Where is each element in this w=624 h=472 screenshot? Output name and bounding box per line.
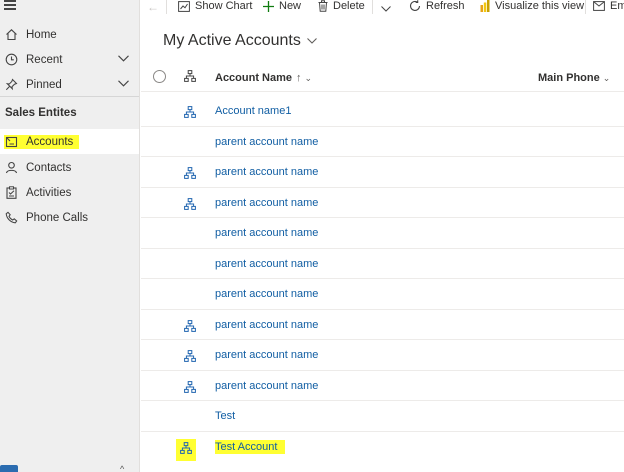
select-all-checkbox[interactable] xyxy=(153,70,166,83)
account-name-link[interactable]: parent account name xyxy=(215,197,318,209)
refresh-icon xyxy=(409,0,421,12)
grid-header: Account Name ↑ ⌄ Main Phone ⌄ xyxy=(141,64,624,92)
visualize-view-button[interactable]: Visualize this view xyxy=(480,0,584,12)
table-row[interactable]: parent account name xyxy=(141,340,624,371)
grid-rows: Account name1 parent account name parent… xyxy=(141,96,624,462)
refresh-label: Refresh xyxy=(426,0,465,12)
email-link-button[interactable]: Em xyxy=(593,0,624,12)
mail-icon xyxy=(593,1,605,11)
chart-icon xyxy=(178,0,190,12)
table-row[interactable]: Test Account xyxy=(141,432,624,463)
account-name-link[interactable]: parent account name xyxy=(215,166,318,178)
account-name-link[interactable]: Test xyxy=(215,410,235,422)
new-button[interactable]: New xyxy=(263,0,301,12)
table-row[interactable]: parent account name xyxy=(141,310,624,340)
sidebar: Home Recent Pinned Sales Entites Account… xyxy=(0,0,140,472)
sidebar-item-pinned[interactable]: Pinned xyxy=(0,72,139,97)
table-row[interactable]: parent account name xyxy=(141,218,624,249)
home-icon xyxy=(4,28,18,42)
new-label: New xyxy=(279,0,302,12)
command-bar: ← Show Chart New Delete Refresh Visualiz… xyxy=(141,0,624,14)
chevron-down-icon[interactable] xyxy=(381,3,391,15)
delete-button[interactable]: Delete xyxy=(318,0,365,12)
sidebar-item-label: Accounts xyxy=(18,134,80,149)
chevron-up-icon[interactable]: ^ xyxy=(120,464,124,472)
divider xyxy=(166,0,167,14)
account-name-link[interactable]: parent account name xyxy=(215,380,318,392)
hierarchy-icon[interactable] xyxy=(184,319,196,337)
column-header-account-name[interactable]: Account Name ↑ ⌄ xyxy=(215,72,312,84)
divider xyxy=(372,0,373,14)
column-header-main-phone[interactable]: Main Phone ⌄ xyxy=(538,72,610,84)
chevron-down-icon: ⌄ xyxy=(304,72,313,83)
table-row[interactable]: parent account name xyxy=(141,279,624,310)
table-row[interactable]: parent account name xyxy=(141,157,624,188)
sidebar-item-activities[interactable]: Activities xyxy=(0,180,139,205)
back-arrow-icon[interactable]: ← xyxy=(147,0,159,14)
sidebar-item-label: Home xyxy=(26,28,57,41)
sidebar-item-home[interactable]: Home xyxy=(0,22,139,47)
table-row[interactable]: Account name1 xyxy=(141,96,624,127)
phone-icon xyxy=(4,211,18,225)
visualize-label: Visualize this view xyxy=(495,0,585,12)
sidebar-item-contacts[interactable]: Contacts xyxy=(0,155,139,180)
sidebar-item-label: Recent xyxy=(26,53,63,66)
account-name-link[interactable]: parent account name xyxy=(215,227,318,239)
sidebar-item-label: Activities xyxy=(26,186,72,199)
sidebar-item-phone-calls[interactable]: Phone Calls xyxy=(0,205,139,230)
account-name-link[interactable]: parent account name xyxy=(215,258,318,270)
plus-icon xyxy=(263,0,274,12)
email-label: Em xyxy=(610,0,624,12)
person-icon xyxy=(4,161,18,175)
table-row[interactable]: parent account name xyxy=(141,371,624,401)
chevron-down-icon[interactable] xyxy=(118,53,129,65)
hamburger-icon[interactable] xyxy=(4,0,18,12)
sidebar-item-label: Pinned xyxy=(26,78,62,91)
sidebar-item-recent[interactable]: Recent xyxy=(0,47,139,72)
clipboard-icon xyxy=(4,186,18,200)
show-chart-button[interactable]: Show Chart xyxy=(178,0,252,12)
hierarchy-icon[interactable] xyxy=(184,105,196,123)
nav-divider xyxy=(0,96,139,97)
column-label: Main Phone xyxy=(538,72,600,84)
hierarchy-icon[interactable] xyxy=(176,438,196,461)
chevron-down-icon: ⌄ xyxy=(602,72,611,83)
table-row[interactable]: Test xyxy=(141,401,624,432)
accounts-icon xyxy=(4,134,18,149)
sort-ascending-icon: ↑ xyxy=(296,72,302,84)
account-name-link[interactable]: parent account name xyxy=(215,319,318,331)
hierarchy-icon[interactable] xyxy=(184,166,196,184)
refresh-button[interactable]: Refresh xyxy=(409,0,465,12)
account-name-link[interactable]: Test Account xyxy=(215,439,286,454)
trash-icon xyxy=(318,0,328,12)
divider xyxy=(585,0,586,14)
sidebar-item-label: Phone Calls xyxy=(26,211,89,224)
clock-icon xyxy=(4,53,18,67)
chevron-down-icon xyxy=(306,36,317,47)
area-switcher-badge[interactable] xyxy=(0,465,18,472)
account-name-link[interactable]: Account name1 xyxy=(215,105,291,117)
delete-label: Delete xyxy=(333,0,365,12)
account-name-link[interactable]: parent account name xyxy=(215,136,318,148)
table-row[interactable]: parent account name xyxy=(141,249,624,279)
hierarchy-icon[interactable] xyxy=(184,380,196,398)
section-title: Sales Entites xyxy=(5,107,77,119)
hierarchy-icon xyxy=(184,70,196,85)
table-row[interactable]: parent account name xyxy=(141,188,624,218)
hierarchy-icon[interactable] xyxy=(184,197,196,215)
sidebar-item-accounts[interactable]: Accounts xyxy=(0,129,139,154)
pin-icon xyxy=(4,78,18,92)
account-name-link[interactable]: parent account name xyxy=(215,349,318,361)
table-row[interactable]: parent account name xyxy=(141,127,624,157)
power-bi-icon xyxy=(480,0,490,12)
view-selector[interactable]: My Active Accounts xyxy=(163,32,317,50)
sidebar-item-label: Contacts xyxy=(26,161,72,174)
account-name-link[interactable]: parent account name xyxy=(215,288,318,300)
hierarchy-icon[interactable] xyxy=(184,349,196,367)
page-title: My Active Accounts xyxy=(163,32,301,49)
show-chart-label: Show Chart xyxy=(195,0,253,12)
chevron-down-icon[interactable] xyxy=(118,78,129,90)
column-label: Account Name xyxy=(215,72,293,84)
